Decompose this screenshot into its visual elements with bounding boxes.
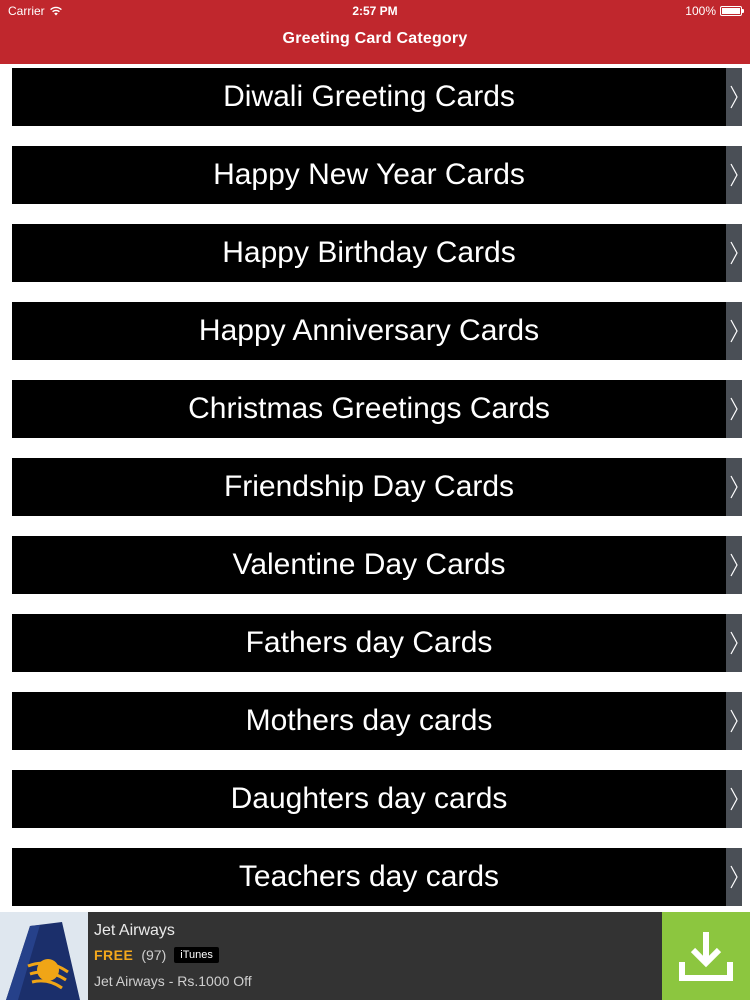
- chevron-right-icon: [730, 163, 738, 187]
- category-label: Mothers day cards: [245, 704, 493, 737]
- category-label: Teachers day cards: [238, 860, 500, 893]
- ad-banner[interactable]: Jet Airways FREE (97) iTunes Jet Airways…: [0, 912, 750, 1000]
- disclosure-accessory: [726, 68, 742, 126]
- disclosure-accessory: [726, 536, 742, 594]
- page-title: Greeting Card Category: [282, 30, 468, 47]
- battery-icon: [720, 6, 744, 16]
- category-row-new-year[interactable]: Happy New Year Cards: [12, 146, 742, 204]
- chevron-right-icon: [730, 865, 738, 889]
- category-label: Christmas Greetings Cards: [188, 392, 550, 425]
- ad-title: Jet Airways: [94, 922, 175, 939]
- disclosure-accessory: [726, 224, 742, 282]
- ad-review-count: (97): [141, 947, 167, 963]
- chevron-right-icon: [730, 319, 738, 343]
- category-row-diwali[interactable]: Diwali Greeting Cards: [12, 68, 742, 126]
- airline-tail-icon: [0, 912, 88, 1000]
- ad-text: Jet Airways FREE (97) iTunes Jet Airways…: [94, 920, 252, 992]
- battery-percent: 100%: [685, 4, 716, 18]
- category-label: Friendship Day Cards: [223, 470, 515, 503]
- category-row-friendship[interactable]: Friendship Day Cards: [12, 458, 742, 516]
- disclosure-accessory: [726, 692, 742, 750]
- disclosure-accessory: [726, 302, 742, 360]
- chevron-right-icon: [730, 85, 738, 109]
- ad-price: FREE: [94, 947, 134, 963]
- category-list: Diwali Greeting Cards Happy New Year Car…: [12, 68, 742, 926]
- chevron-right-icon: [730, 553, 738, 577]
- chevron-right-icon: [730, 241, 738, 265]
- store-badge: iTunes: [174, 947, 219, 963]
- disclosure-accessory: [726, 146, 742, 204]
- disclosure-accessory: [726, 380, 742, 438]
- category-row-fathers-day[interactable]: Fathers day Cards: [12, 614, 742, 672]
- category-label: Diwali Greeting Cards: [223, 80, 515, 113]
- download-icon: [679, 932, 733, 981]
- chevron-right-icon: [730, 397, 738, 421]
- disclosure-accessory: [726, 458, 742, 516]
- category-row-mothers-day[interactable]: Mothers day cards: [12, 692, 742, 750]
- category-label: Fathers day Cards: [245, 626, 493, 659]
- category-row-daughters-day[interactable]: Daughters day cards: [12, 770, 742, 828]
- ad-subtitle: Jet Airways - Rs.1000 Off: [94, 973, 252, 989]
- disclosure-accessory: [726, 848, 742, 906]
- jet-airways-logo: [0, 912, 88, 1000]
- disclosure-accessory: [726, 770, 742, 828]
- category-label: Happy New Year Cards: [213, 158, 525, 191]
- category-row-birthday[interactable]: Happy Birthday Cards: [12, 224, 742, 282]
- category-row-christmas[interactable]: Christmas Greetings Cards: [12, 380, 742, 438]
- category-label: Daughters day cards: [230, 782, 508, 815]
- disclosure-accessory: [726, 614, 742, 672]
- category-row-teachers-day[interactable]: Teachers day cards: [12, 848, 742, 906]
- category-label: Happy Birthday Cards: [222, 236, 516, 269]
- category-row-anniversary[interactable]: Happy Anniversary Cards: [12, 302, 742, 360]
- category-label: Valentine Day Cards: [232, 548, 506, 581]
- chevron-right-icon: [730, 709, 738, 733]
- status-bar: Carrier 2:57 PM 100%: [0, 0, 750, 22]
- ad-meta: FREE (97) iTunes: [94, 944, 252, 966]
- chevron-right-icon: [730, 631, 738, 655]
- category-row-valentine[interactable]: Valentine Day Cards: [12, 536, 742, 594]
- chevron-right-icon: [730, 787, 738, 811]
- battery-indicator: 100%: [685, 0, 744, 22]
- chevron-right-icon: [730, 475, 738, 499]
- navigation-bar: Carrier 2:57 PM 100% Greeting Card Categ…: [0, 0, 750, 64]
- download-button[interactable]: [662, 912, 750, 1000]
- category-label: Happy Anniversary Cards: [198, 314, 540, 347]
- status-time: 2:57 PM: [352, 4, 398, 18]
